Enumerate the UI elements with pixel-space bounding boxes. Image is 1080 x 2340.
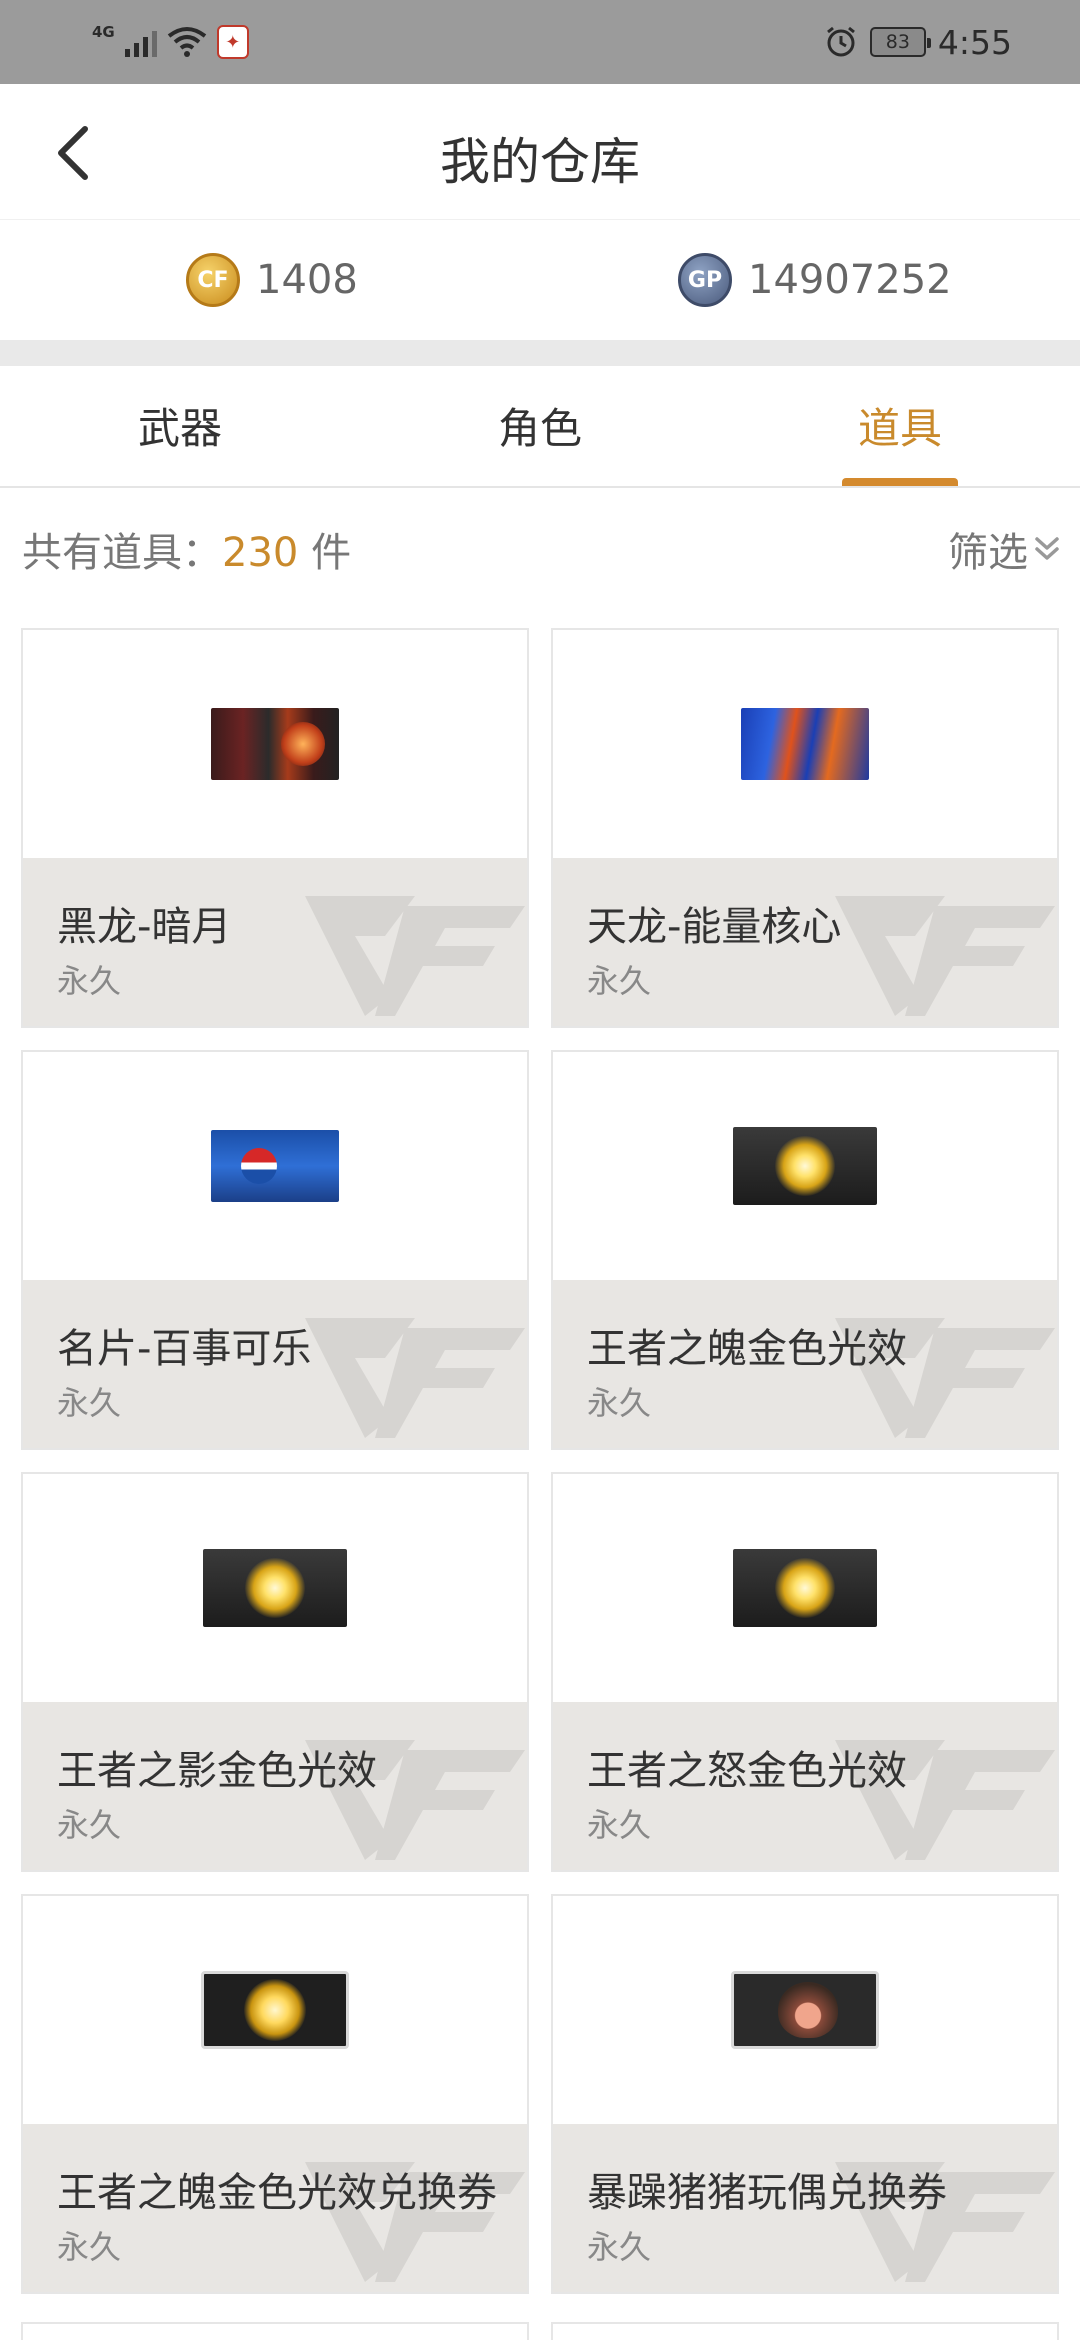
item-card[interactable]: 王者之影金色光效 永久 <box>21 1472 529 1872</box>
currency-row: CF 1408 GP 14907252 <box>0 220 1080 340</box>
item-thumbnail <box>553 1052 1057 1280</box>
item-thumbnail <box>23 1474 527 1702</box>
item-thumbnail <box>23 1896 527 2124</box>
clock: 4:55 <box>937 22 1012 62</box>
item-thumbnail <box>553 630 1057 858</box>
cf-coin-icon: CF <box>186 253 240 307</box>
item-thumbnail <box>23 630 527 858</box>
title-bar: 我的仓库 <box>0 84 1080 220</box>
signal-icon <box>124 27 157 57</box>
item-info: 王者之影金色光效 永久 <box>23 1702 527 1870</box>
item-image <box>201 1971 349 2049</box>
status-right: 83 4:55 <box>824 18 1012 66</box>
item-name: 名片-百事可乐 <box>57 1326 312 1372</box>
item-card[interactable]: 天龙-能量核心 永久 <box>551 628 1059 1028</box>
gp-value: 14907252 <box>748 257 952 303</box>
category-tabs: 武器 角色 道具 <box>0 366 1080 488</box>
item-image <box>733 1549 877 1627</box>
item-duration: 永久 <box>587 2228 652 2266</box>
item-card-partial[interactable] <box>21 2322 529 2340</box>
cf-points-value: 1408 <box>256 257 358 303</box>
cf-watermark-icon <box>305 896 525 1016</box>
item-image <box>203 1549 347 1627</box>
item-name: 天龙-能量核心 <box>587 904 842 950</box>
network-type: 4G <box>92 23 115 41</box>
cf-points: CF 1408 <box>186 250 358 310</box>
cf-watermark-icon <box>835 896 1055 1016</box>
item-image <box>733 1127 877 1205</box>
item-card-partial[interactable] <box>551 2322 1059 2340</box>
item-card[interactable]: 黑龙-暗月 永久 <box>21 628 529 1028</box>
item-info: 王者之怒金色光效 永久 <box>553 1702 1057 1870</box>
gp-points: GP 14907252 <box>678 250 952 310</box>
item-thumbnail <box>553 1474 1057 1702</box>
item-card[interactable]: 王者之魄金色光效兑换券 永久 <box>21 1894 529 2294</box>
item-name: 王者之影金色光效 <box>57 1748 377 1794</box>
filter-label: 筛选 <box>948 530 1028 576</box>
item-name: 黑龙-暗月 <box>57 904 232 950</box>
page-title: 我的仓库 <box>440 133 640 191</box>
item-duration: 永久 <box>587 1384 652 1422</box>
item-image <box>741 708 869 780</box>
section-divider <box>0 340 1080 366</box>
alarm-icon <box>826 26 855 57</box>
item-name: 王者之魄金色光效兑换券 <box>57 2170 497 2216</box>
item-thumbnail <box>553 1896 1057 2124</box>
filter-row: 共有道具：230 件 筛选 <box>0 488 1080 604</box>
item-name: 王者之魄金色光效 <box>587 1326 907 1372</box>
item-card[interactable]: 王者之魄金色光效 永久 <box>551 1050 1059 1450</box>
item-thumbnail <box>23 1052 527 1280</box>
item-card[interactable]: 暴躁猪猪玩偶兑换券 永久 <box>551 1894 1059 2294</box>
item-card[interactable]: 名片-百事可乐 永久 <box>21 1050 529 1450</box>
item-image <box>211 1130 339 1202</box>
item-count-unit: 件 <box>298 530 352 576</box>
item-count-label: 共有道具： <box>22 530 222 576</box>
item-info: 天龙-能量核心 永久 <box>553 858 1057 1026</box>
item-duration: 永久 <box>587 962 652 1000</box>
double-chevron-down-icon <box>1035 537 1059 560</box>
item-info: 名片-百事可乐 永久 <box>23 1280 527 1448</box>
active-tab-indicator <box>842 478 958 486</box>
cf-watermark-icon <box>305 1318 525 1438</box>
item-duration: 永久 <box>57 2228 122 2266</box>
item-name: 暴躁猪猪玩偶兑换券 <box>587 2170 947 2216</box>
battery-level: 83 <box>885 31 910 53</box>
item-duration: 永久 <box>57 1384 122 1422</box>
item-info: 暴躁猪猪玩偶兑换券 永久 <box>553 2124 1057 2292</box>
tab-items[interactable]: 道具 <box>720 366 1080 488</box>
item-duration: 永久 <box>57 1806 122 1844</box>
item-count-value: 230 <box>222 530 299 576</box>
item-image <box>731 1971 879 2049</box>
status-bar: 4G ✦ 83 4:55 <box>0 0 1080 84</box>
item-image <box>211 708 339 780</box>
item-card[interactable]: 王者之怒金色光效 永久 <box>551 1472 1059 1872</box>
tab-weapons[interactable]: 武器 <box>0 366 360 488</box>
item-info: 黑龙-暗月 永久 <box>23 858 527 1026</box>
item-name: 王者之怒金色光效 <box>587 1748 907 1794</box>
item-duration: 永久 <box>587 1806 652 1844</box>
status-left: 4G ✦ <box>92 22 249 62</box>
item-duration: 永久 <box>57 962 122 1000</box>
tab-characters[interactable]: 角色 <box>360 366 720 488</box>
wifi-icon <box>167 27 206 57</box>
item-info: 王者之魄金色光效兑换券 永久 <box>23 2124 527 2292</box>
gp-coin-icon: GP <box>678 253 732 307</box>
battery-icon: 83 <box>869 27 931 57</box>
app-notification-icon: ✦ <box>216 25 249 59</box>
item-info: 王者之魄金色光效 永久 <box>553 1280 1057 1448</box>
item-count: 共有道具：230 件 <box>22 520 351 578</box>
filter-button[interactable]: 筛选 <box>948 520 1060 578</box>
